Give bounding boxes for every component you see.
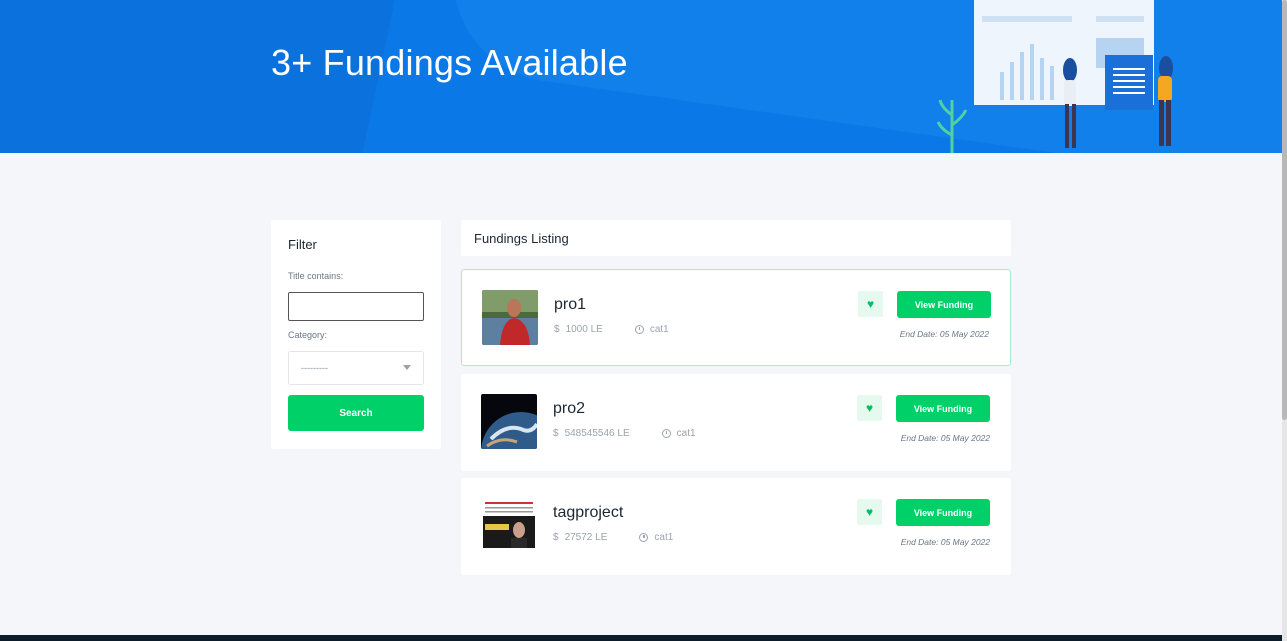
funding-thumbnail[interactable] [482,290,538,345]
title-search-input[interactable] [288,292,424,321]
funding-card: pro1 $ 1000 LE cat1 ♥ View Funding End D… [461,269,1011,366]
clock-icon [661,429,671,438]
funding-thumbnail[interactable] [481,394,537,449]
favorite-button[interactable]: ♥ [858,291,883,317]
funding-amount: 548545546 LE [564,428,630,439]
funding-thumbnail[interactable] [481,498,537,553]
category-select[interactable]: --------- [288,351,424,385]
heart-icon: ♥ [865,505,874,519]
category-label: Category: [288,330,328,340]
filter-title: Filter [288,237,317,252]
view-funding-button[interactable]: View Funding [896,499,990,526]
chevron-down-icon [403,365,411,370]
clock-icon [634,325,644,334]
funding-category: cat1 [661,428,696,439]
search-button[interactable]: Search [288,395,424,431]
listing-heading: Fundings Listing [461,220,1011,256]
view-funding-button[interactable]: View Funding [897,291,991,318]
funding-title[interactable]: tagproject [553,504,623,522]
funding-category: cat1 [634,324,669,335]
clock-icon [639,533,649,542]
category-text: cat1 [649,324,669,335]
funding-meta: $ 1000 LE cat1 [554,324,669,335]
hero-illustration [936,0,1173,153]
funding-card: tagproject $ 27572 LE cat1 ♥ View Fundin… [461,478,1011,575]
heart-icon: ♥ [866,297,875,311]
footer [0,635,1282,641]
title-contains-label: Title contains: [288,271,344,281]
funding-title[interactable]: pro2 [553,400,585,418]
page-title: 3+ Fundings Available [271,42,628,83]
dollar-icon: $ [553,428,559,439]
favorite-button[interactable]: ♥ [857,395,882,421]
category-text: cat1 [676,428,696,439]
dollar-icon: $ [554,324,560,335]
view-funding-button[interactable]: View Funding [896,395,990,422]
scrollbar-thumb[interactable] [1282,0,1287,420]
favorite-button[interactable]: ♥ [857,499,882,525]
filter-panel: Filter Title contains: Category: -------… [271,220,441,449]
funding-amount: 1000 LE [565,324,603,335]
scrollbar[interactable] [1282,0,1287,641]
end-date: End Date: 05 May 2022 [900,433,990,443]
funding-card: pro2 $ 548545546 LE cat1 ♥ View Funding … [461,374,1011,471]
end-date: End Date: 05 May 2022 [900,537,990,547]
funding-title[interactable]: pro1 [554,296,586,314]
category-text: cat1 [654,532,674,543]
funding-category: cat1 [639,532,673,543]
dollar-icon: $ [553,532,559,543]
end-date: End Date: 05 May 2022 [899,329,989,339]
funding-amount: 27572 LE [564,532,608,543]
heart-icon: ♥ [865,401,874,415]
funding-meta: $ 548545546 LE cat1 [553,428,696,439]
funding-meta: $ 27572 LE cat1 [553,532,673,543]
category-selected-value: --------- [301,363,328,373]
hero-banner: 3+ Fundings Available [0,0,1282,153]
